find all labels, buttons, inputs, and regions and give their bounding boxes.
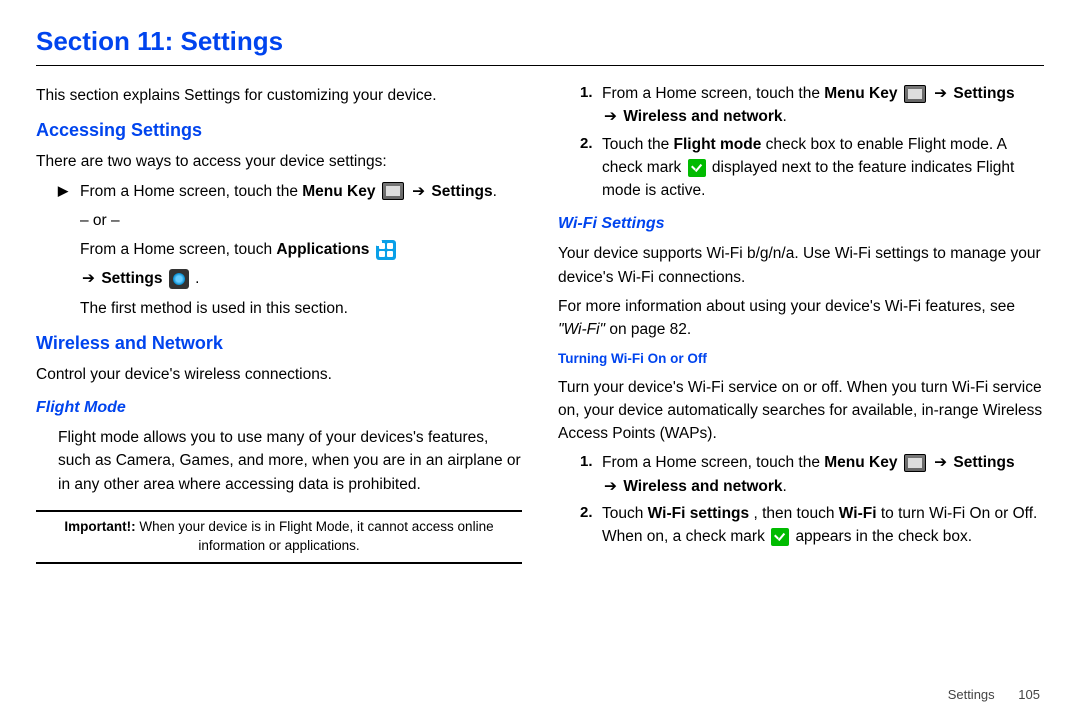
text: . xyxy=(783,478,787,495)
arrow-icon: ➔ xyxy=(412,183,425,200)
divider xyxy=(36,65,1044,66)
cross-reference: "Wi-Fi" xyxy=(558,321,605,338)
text: From a Home screen, touch the xyxy=(602,85,824,102)
right-column: 1. From a Home screen, touch the Menu Ke… xyxy=(558,78,1044,578)
arrow-icon: ➔ xyxy=(604,478,617,495)
text: Touch the xyxy=(602,136,674,153)
step-text: Touch the Flight mode check box to enabl… xyxy=(602,133,1044,203)
arrow-icon: ➔ xyxy=(82,270,95,287)
text: For more information about using your de… xyxy=(558,298,1015,315)
menu-key-icon xyxy=(904,85,926,103)
menu-key-label: Menu Key xyxy=(302,183,375,200)
checkmark-icon xyxy=(688,159,706,177)
footer-section-label: Settings xyxy=(948,687,995,702)
page-footer: Settings 105 xyxy=(948,687,1040,702)
checkmark-icon xyxy=(771,528,789,546)
step-number: 2. xyxy=(580,502,602,525)
menu-key-icon xyxy=(904,454,926,472)
manual-page: Section 11: Settings This section explai… xyxy=(0,0,1080,720)
applications-icon xyxy=(376,240,396,260)
list-text: From a Home screen, touch the Menu Key ➔… xyxy=(80,180,522,203)
wifi-p1: Your device supports Wi-Fi b/g/n/a. Use … xyxy=(558,242,1044,289)
step-item: 1. From a Home screen, touch the Menu Ke… xyxy=(580,82,1044,129)
text: From a Home screen, touch xyxy=(80,241,276,258)
settings-label: Settings xyxy=(953,454,1014,471)
menu-key-label: Menu Key xyxy=(824,454,897,471)
text: , then touch xyxy=(753,505,838,522)
text: From a Home screen, touch the xyxy=(80,183,302,200)
menu-key-icon xyxy=(382,182,404,200)
step-item: 2. Touch Wi-Fi settings , then touch Wi-… xyxy=(580,502,1044,549)
method-note: The first method is used in this section… xyxy=(80,297,522,320)
step-text: Touch Wi-Fi settings , then touch Wi-Fi … xyxy=(602,502,1044,549)
step-number: 1. xyxy=(580,82,602,105)
important-label: Important!: xyxy=(64,519,135,534)
settings-label: Settings xyxy=(953,85,1014,102)
page-number: 105 xyxy=(1018,687,1040,702)
accessing-lead: There are two ways to access your device… xyxy=(36,150,522,173)
settings-label: Settings xyxy=(431,183,492,200)
settings-icon xyxy=(169,269,189,289)
arrow-icon: ➔ xyxy=(934,85,947,102)
text: From a Home screen, touch the xyxy=(602,454,824,471)
step-item: 2. Touch the Flight mode check box to en… xyxy=(580,133,1044,203)
step-number: 2. xyxy=(580,133,602,156)
text: on page 82. xyxy=(609,321,691,338)
step-text: From a Home screen, touch the Menu Key ➔… xyxy=(602,451,1044,498)
text: appears in the check box. xyxy=(795,528,972,545)
menu-key-label: Menu Key xyxy=(824,85,897,102)
important-note: Important!: When your device is in Fligh… xyxy=(36,510,522,564)
heading-accessing-settings: Accessing Settings xyxy=(36,117,522,144)
flight-mode-text: Flight mode allows you to use many of yo… xyxy=(58,426,522,496)
arrow-icon: ➔ xyxy=(934,454,947,471)
two-column-layout: This section explains Settings for custo… xyxy=(36,78,1044,578)
text: . xyxy=(783,108,787,125)
heading-wireless-network: Wireless and Network xyxy=(36,330,522,357)
list-text: ➔ Settings . xyxy=(80,267,522,290)
section-title: Section 11: Settings xyxy=(36,26,1044,57)
heading-flight-mode: Flight Mode xyxy=(36,396,522,420)
left-column: This section explains Settings for custo… xyxy=(36,78,522,578)
important-text: When your device is in Flight Mode, it c… xyxy=(136,519,494,553)
bullet-icon: ▶ xyxy=(58,180,80,202)
arrow-icon: ➔ xyxy=(604,108,617,125)
settings-label: Settings xyxy=(101,270,162,287)
step-text: From a Home screen, touch the Menu Key ➔… xyxy=(602,82,1044,129)
wifi-settings-label: Wi-Fi settings xyxy=(648,505,749,522)
wireless-network-label: Wireless and network xyxy=(623,108,782,125)
applications-label: Applications xyxy=(276,241,369,258)
heading-wifi-settings: Wi-Fi Settings xyxy=(558,212,1044,236)
step-item: 1. From a Home screen, touch the Menu Ke… xyxy=(580,451,1044,498)
wifi-p2: For more information about using your de… xyxy=(558,295,1044,342)
step-number: 1. xyxy=(580,451,602,474)
heading-wifi-on-off: Turning Wi-Fi On or Off xyxy=(558,349,1044,369)
text: Touch xyxy=(602,505,648,522)
list-text: From a Home screen, touch Applications xyxy=(80,238,522,261)
text: . xyxy=(191,270,200,287)
or-separator: – or – xyxy=(80,209,522,232)
wifi-label: Wi-Fi xyxy=(839,505,877,522)
list-item: ▶ From a Home screen, touch the Menu Key… xyxy=(58,180,522,203)
wifi-onoff-p1: Turn your device's Wi-Fi service on or o… xyxy=(558,376,1044,446)
text: . xyxy=(493,183,497,200)
wireless-network-label: Wireless and network xyxy=(623,478,782,495)
intro-text: This section explains Settings for custo… xyxy=(36,84,522,107)
flight-mode-label: Flight mode xyxy=(674,136,762,153)
wireless-lead: Control your device's wireless connectio… xyxy=(36,363,522,386)
